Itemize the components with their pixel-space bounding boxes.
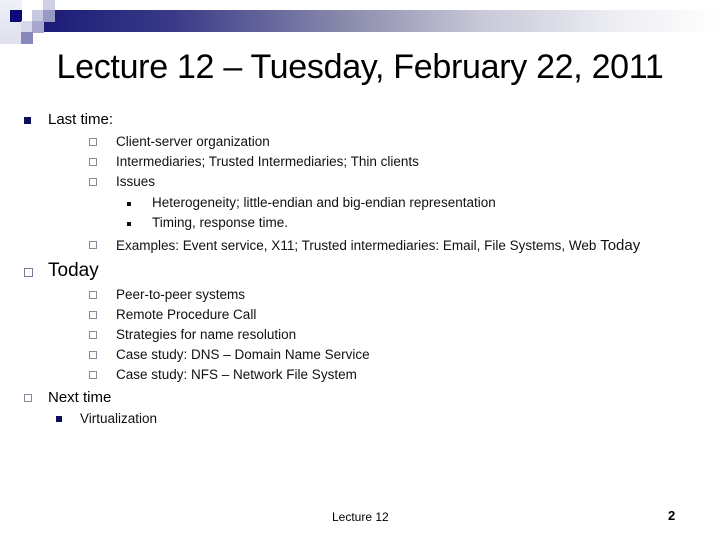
bullet-square-icon [24,117,31,124]
list-item: Client-server organization [116,134,270,149]
list-item: Case study: NFS – Network File System [116,367,357,382]
decor-square [32,21,44,33]
hollow-bullet-icon [89,158,97,166]
list-subitem: Timing, response time. [152,215,289,230]
hollow-bullet-icon [89,138,97,146]
hollow-bullet-icon [89,351,97,359]
hollow-bullet-icon [24,394,32,402]
hollow-bullet-icon [89,371,97,379]
today-heading: Today [48,260,99,281]
hollow-bullet-icon [89,291,97,299]
header-banner [38,10,720,32]
hollow-bullet-icon [89,331,97,339]
examples-tail: Today [600,237,641,254]
list-item: Peer-to-peer systems [116,287,246,302]
decor-square [0,0,22,44]
list-item: Virtualization [80,411,158,426]
last-time-heading: Last time: [48,111,114,128]
decor-square [43,0,55,10]
list-item: Examples: Event service, X11; Trusted in… [116,237,640,254]
hollow-bullet-icon [24,268,33,277]
hollow-bullet-icon [89,311,97,319]
hollow-bullet-icon [89,241,97,249]
list-item: Intermediaries; Trusted Intermediaries; … [116,154,419,169]
list-item: Case study: DNS – Domain Name Service [116,347,370,362]
footer-text: Lecture 12 [332,510,389,524]
hollow-bullet-icon [89,178,97,186]
decor-square [43,10,55,22]
small-bullet-icon [127,222,131,226]
next-time-heading: Next time [48,389,112,406]
list-item: Issues [116,174,156,189]
small-bullet-icon [127,202,131,206]
page-number: 2 [668,508,676,523]
list-item: Remote Procedure Call [116,307,257,322]
examples-text: Examples: Event service, X11; Trusted in… [116,238,597,253]
bullet-square-icon [56,416,62,422]
list-subitem: Heterogeneity; little-endian and big-end… [152,195,496,210]
slide-title: Lecture 12 – Tuesday, February 22, 2011 [56,48,664,86]
list-item: Strategies for name resolution [116,327,297,342]
decor-square [21,32,33,44]
